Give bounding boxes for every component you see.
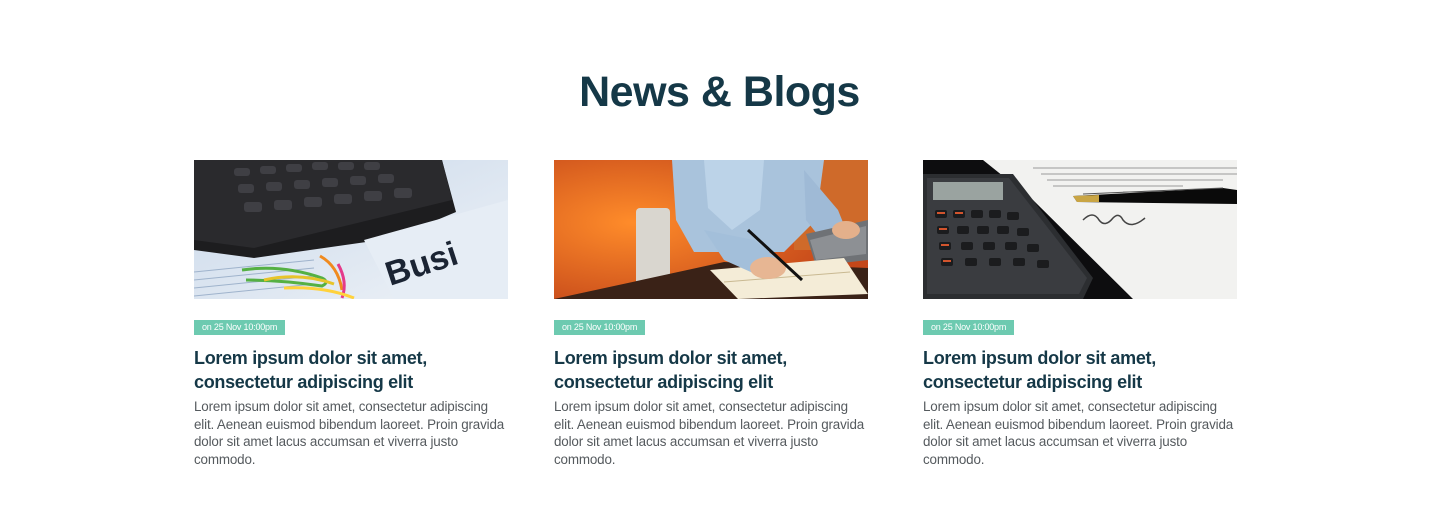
blog-card[interactable]: on 25 Nov 10:00pm Lorem ipsum dolor sit … (923, 160, 1237, 467)
post-date-badge: on 25 Nov 10:00pm (194, 320, 286, 335)
post-date-badge: on 25 Nov 10:00pm (554, 320, 646, 335)
person-writing-image[interactable] (554, 160, 868, 299)
calculator-pen-image[interactable] (923, 160, 1237, 299)
calculator-business-image[interactable]: Busi (194, 160, 508, 299)
post-excerpt: Lorem ipsum dolor sit amet, consectetur … (194, 399, 505, 467)
section-title: News & Blogs (579, 68, 860, 116)
blog-card[interactable]: Busi on 25 Nov 10:00pm Lorem ipsum dolor… (194, 160, 508, 467)
post-title[interactable]: Lorem ipsum dolor sit amet, consectetur … (554, 346, 868, 394)
post-excerpt: Lorem ipsum dolor sit amet, consectetur … (923, 399, 1234, 467)
post-date-badge: on 25 Nov 10:00pm (923, 320, 1015, 335)
post-title[interactable]: Lorem ipsum dolor sit amet, consectetur … (194, 346, 508, 394)
blog-card[interactable]: on 25 Nov 10:00pm Lorem ipsum dolor sit … (554, 160, 868, 467)
post-excerpt: Lorem ipsum dolor sit amet, consectetur … (554, 399, 865, 467)
post-title[interactable]: Lorem ipsum dolor sit amet, consectetur … (923, 346, 1237, 394)
